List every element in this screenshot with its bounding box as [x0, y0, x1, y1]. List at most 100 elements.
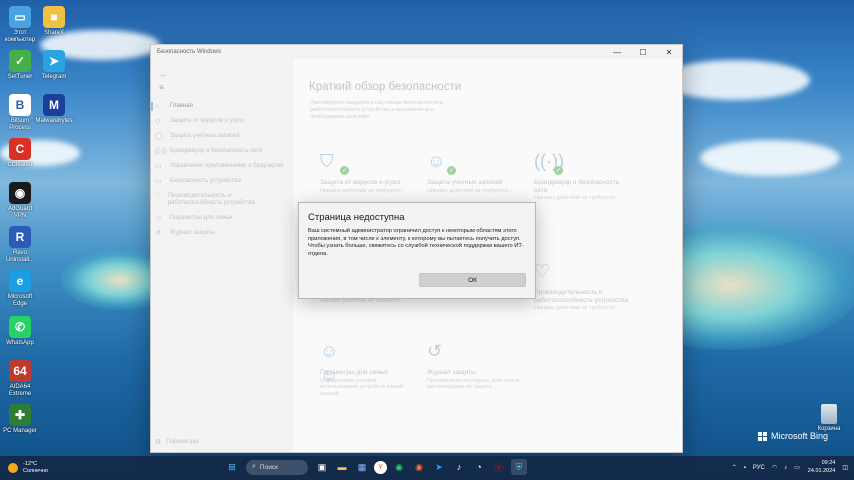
- desktop-icon[interactable]: M Malwarebytes: [36, 94, 73, 125]
- speedtest-icon[interactable]: ◔: [471, 459, 487, 475]
- app-icon: ➤: [43, 50, 65, 72]
- tile-title: Защита учетных записей: [427, 179, 503, 186]
- edge-icon[interactable]: ◉: [391, 459, 407, 475]
- network-icon[interactable]: ◠: [772, 464, 777, 471]
- desktop-icon[interactable]: B Bitsum Process: [2, 94, 38, 132]
- tray-chevron-icon[interactable]: ⌃: [732, 464, 737, 471]
- menu-icon[interactable]: ≡: [159, 83, 164, 92]
- desktop-icon[interactable]: ➤ Telegram: [36, 50, 72, 81]
- bing-squares-icon: [758, 431, 767, 441]
- desktop-icon[interactable]: ✓ SetTuner: [2, 50, 38, 81]
- sidebar-item-6[interactable]: ♡ Производительность и работоспособность …: [151, 189, 293, 211]
- microsoft-bing-logo[interactable]: Microsoft Bing: [758, 431, 828, 441]
- weather-widget[interactable]: -12°C Солнечно: [8, 461, 48, 475]
- date: 24.01.2024: [807, 467, 836, 474]
- task-view-icon[interactable]: ▣: [314, 459, 330, 475]
- desktop-icon[interactable]: ✆ WhatsApp: [2, 316, 38, 347]
- recycle-bin-icon[interactable]: Корзина: [814, 404, 844, 432]
- tile-1[interactable]: ☺ ✓ Защита учетных записей Никаких действий…: [427, 149, 522, 194]
- sidebar-item-8[interactable]: ↺ Журнал защиты: [151, 226, 293, 241]
- desktop-icon-label: Telegram: [41, 74, 67, 80]
- tray-app-icon[interactable]: ▪: [744, 465, 746, 471]
- app-icon: R: [9, 226, 31, 248]
- start-icon[interactable]: ⊞: [224, 459, 240, 475]
- desktop-icon-label: Revo Uninstall...: [5, 250, 34, 263]
- wifi-icon: ((·)) ✓: [534, 151, 564, 175]
- store-icon[interactable]: ▦: [354, 459, 370, 475]
- tile-status: Никаких действий не требуется.: [534, 195, 617, 201]
- sidebar-item-2[interactable]: ◯ Защита учетных записей: [151, 129, 293, 144]
- back-arrow-icon[interactable]: ←: [159, 69, 168, 79]
- sidebar-item-settings[interactable]: ⚙ Параметры: [155, 438, 198, 446]
- weather-desc: Солнечно: [23, 468, 48, 474]
- close-button[interactable]: ✕: [656, 45, 682, 59]
- page-title: Краткий обзор безопасности: [309, 81, 462, 93]
- recycle-bin-label: Корзина: [817, 426, 841, 432]
- firefox-icon[interactable]: ◉: [411, 459, 427, 475]
- desktop-icon[interactable]: e Microsoft Edge: [2, 270, 38, 308]
- sidebar-item-label: Журнал защиты: [170, 230, 215, 236]
- app-browser-icon: ▭: [155, 163, 162, 170]
- sidebar-item-7[interactable]: ☺ Параметры для семьи: [151, 211, 293, 226]
- app-icon: ◉: [9, 182, 31, 204]
- tiktok-icon[interactable]: ♪: [451, 459, 467, 475]
- language-indicator[interactable]: РУС: [753, 465, 765, 471]
- minimize-button[interactable]: —: [604, 45, 630, 59]
- sidebar-item-5[interactable]: ▭ Безопасность устройства: [151, 174, 293, 189]
- dialog-title: Страница недоступна: [308, 212, 405, 223]
- app-icon: e: [9, 270, 31, 292]
- desktop-icon[interactable]: ■ ShareX: [36, 6, 72, 37]
- tile-0[interactable]: ⛉ ✓ Защита от вирусов и угроз Никаких дейст…: [320, 149, 415, 194]
- yandex-browser-icon[interactable]: Y: [374, 460, 387, 474]
- desktop-icon[interactable]: 64 AIDA64 Extreme: [2, 360, 38, 398]
- telegram-icon[interactable]: ➤: [431, 459, 447, 475]
- notifications-icon[interactable]: ◫: [842, 464, 848, 471]
- heart-icon: ♡: [534, 261, 551, 281]
- trash-icon: [821, 404, 837, 424]
- title-bar[interactable]: Безопасность Windows — ☐ ✕: [151, 45, 682, 59]
- sidebar-item-3[interactable]: ((·)) Брандмауэр и безопасность сети: [151, 144, 293, 159]
- desktop-icon-label: AdGuard VPN: [7, 206, 32, 219]
- history-icon: ↺: [155, 230, 161, 237]
- tile-title: Журнал защиты: [427, 369, 476, 376]
- app-icon: 64: [9, 360, 31, 382]
- maximize-button[interactable]: ☐: [630, 45, 656, 59]
- sidebar-item-1[interactable]: ◇ Защита от вирусов и угроз: [151, 114, 293, 129]
- tile-status: Просмотрите последние действия и рекомен…: [427, 377, 520, 391]
- tile-2[interactable]: ((·)) ✓ Брандмауэр и безопасность сети Ника…: [534, 149, 629, 202]
- battery-icon[interactable]: ▭: [794, 464, 800, 471]
- sidebar-item-label: Параметры для семьи: [170, 215, 233, 221]
- desktop-icon-label: PC Manager: [3, 428, 37, 434]
- sidebar-item-0[interactable]: ⌂ Главная: [151, 99, 293, 114]
- desktop-icon[interactable]: R Revo Uninstall...: [2, 226, 38, 264]
- sidebar-item-4[interactable]: ▭ Управление приложениями и браузером: [151, 159, 293, 174]
- tile-status: Никаких действий не требуется.: [534, 305, 617, 311]
- check-icon: ✓: [340, 166, 349, 175]
- tile-6[interactable]: ☺☺ Параметры для семьи Определяйте условия…: [320, 339, 415, 397]
- ok-button[interactable]: ОК: [419, 273, 526, 287]
- volume-icon[interactable]: ♪: [784, 465, 787, 471]
- file-explorer-icon[interactable]: ▬: [334, 459, 350, 475]
- tile-status: Никаких действий не требуется.: [427, 187, 510, 194]
- taskbar: -12°C Солнечно ⊞ ⌕ Поиск ▣ ▬ ▦ Y ◉ ◉ ➤ ♪…: [0, 456, 854, 480]
- tile-7[interactable]: ↺ Журнал защиты Просмотрите последние дейс…: [427, 339, 522, 391]
- sidebar-item-label: Параметры: [166, 439, 199, 445]
- family-icon: ☺☺: [320, 341, 339, 385]
- tile-5[interactable]: ♡ Производительность и работоспособность …: [534, 259, 629, 312]
- desktop-icon[interactable]: ▭ Этот компьютер: [2, 6, 38, 44]
- tile-title: Производительность и работоспособность у…: [534, 289, 629, 304]
- desktop-icon[interactable]: C CCleaner: [2, 138, 38, 169]
- pinterest-icon[interactable]: ⓟ: [491, 459, 507, 475]
- sun-icon: [8, 463, 18, 473]
- home-icon: ⌂: [155, 103, 160, 110]
- app-icon: ■: [43, 6, 65, 28]
- system-tray: ⌃ ▪ РУС ◠ ♪ ▭ 09:24 24.01.2024 ◫: [725, 460, 848, 475]
- windows-security-taskbar-icon[interactable]: ⛨: [511, 459, 527, 475]
- tile-title: Защита от вирусов и угроз: [320, 179, 401, 186]
- search-icon: ⌕: [252, 463, 256, 470]
- clock[interactable]: 09:24 24.01.2024: [808, 460, 836, 475]
- desktop-icon[interactable]: ✚ PC Manager: [2, 404, 38, 435]
- search-box[interactable]: ⌕ Поиск: [246, 459, 308, 475]
- desktop-icon[interactable]: ◉ AdGuard VPN: [2, 182, 38, 220]
- app-icon: ▭: [9, 6, 31, 28]
